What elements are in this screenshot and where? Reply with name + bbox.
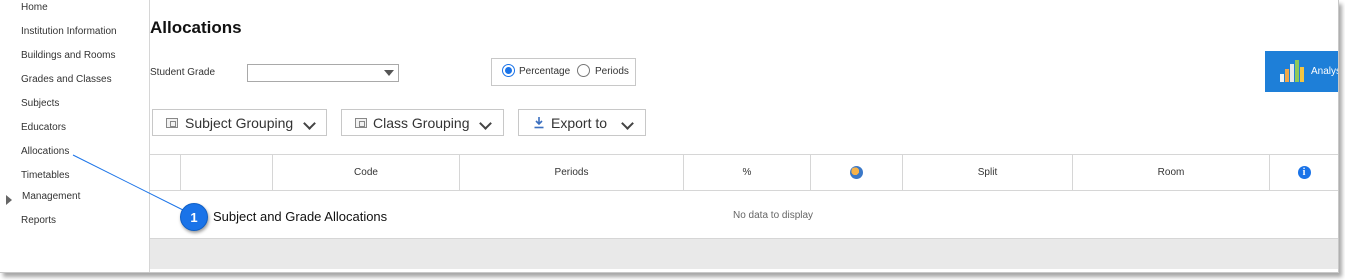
callout-connector	[72, 154, 184, 211]
callout-number-badge: 1	[180, 203, 208, 231]
callout-text: Subject and Grade Allocations	[213, 209, 388, 224]
